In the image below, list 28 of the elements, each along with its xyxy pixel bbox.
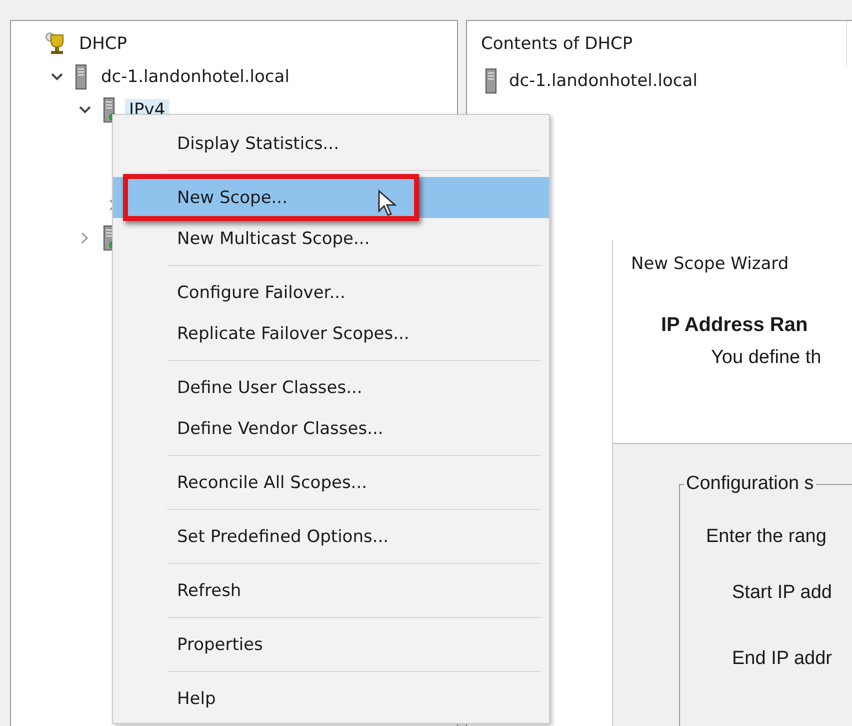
collapse-chevron-icon[interactable] (50, 72, 64, 82)
menu-item[interactable]: Reconcile All Scopes... (113, 462, 549, 503)
menu-item[interactable]: Configure Failover... (113, 272, 549, 313)
tree-item[interactable]: dc-1.landonhotel.local (97, 66, 294, 88)
column-header[interactable]: Contents of DHCP (481, 34, 633, 54)
group-label: Configuration s (684, 473, 816, 495)
menu-item[interactable]: Display Statistics... (113, 123, 539, 164)
menu-item[interactable]: Set Predefined Options... (113, 516, 549, 557)
page-heading: IP Address Ran (661, 314, 809, 337)
menu-item[interactable]: Properties (113, 624, 549, 665)
page-description: You define th (711, 347, 822, 369)
menu-item[interactable]: Replicate Failover Scopes... (113, 313, 549, 354)
server-icon (483, 68, 499, 94)
collapse-chevron-icon[interactable] (78, 104, 92, 114)
field-label: Start IP add (732, 582, 833, 604)
server-icon (73, 64, 89, 90)
menu-item[interactable]: Refresh (113, 570, 549, 611)
menu-item[interactable]: New Scope... (113, 177, 549, 218)
prompt-text: Enter the rang (706, 526, 828, 548)
expand-chevron-icon[interactable] (80, 230, 90, 244)
window-title: New Scope Wizard (631, 254, 790, 274)
list-item[interactable]: dc-1.landonhotel.local (509, 71, 698, 91)
menu-item[interactable]: New Multicast Scope... (113, 218, 549, 259)
menu-item[interactable]: Help (113, 678, 549, 719)
menu-item[interactable]: Define Vendor Classes... (113, 408, 549, 449)
menu-item[interactable]: Define User Classes... (113, 367, 549, 408)
field-label: End IP addr (732, 648, 834, 670)
tree-item[interactable]: DHCP (75, 32, 131, 54)
